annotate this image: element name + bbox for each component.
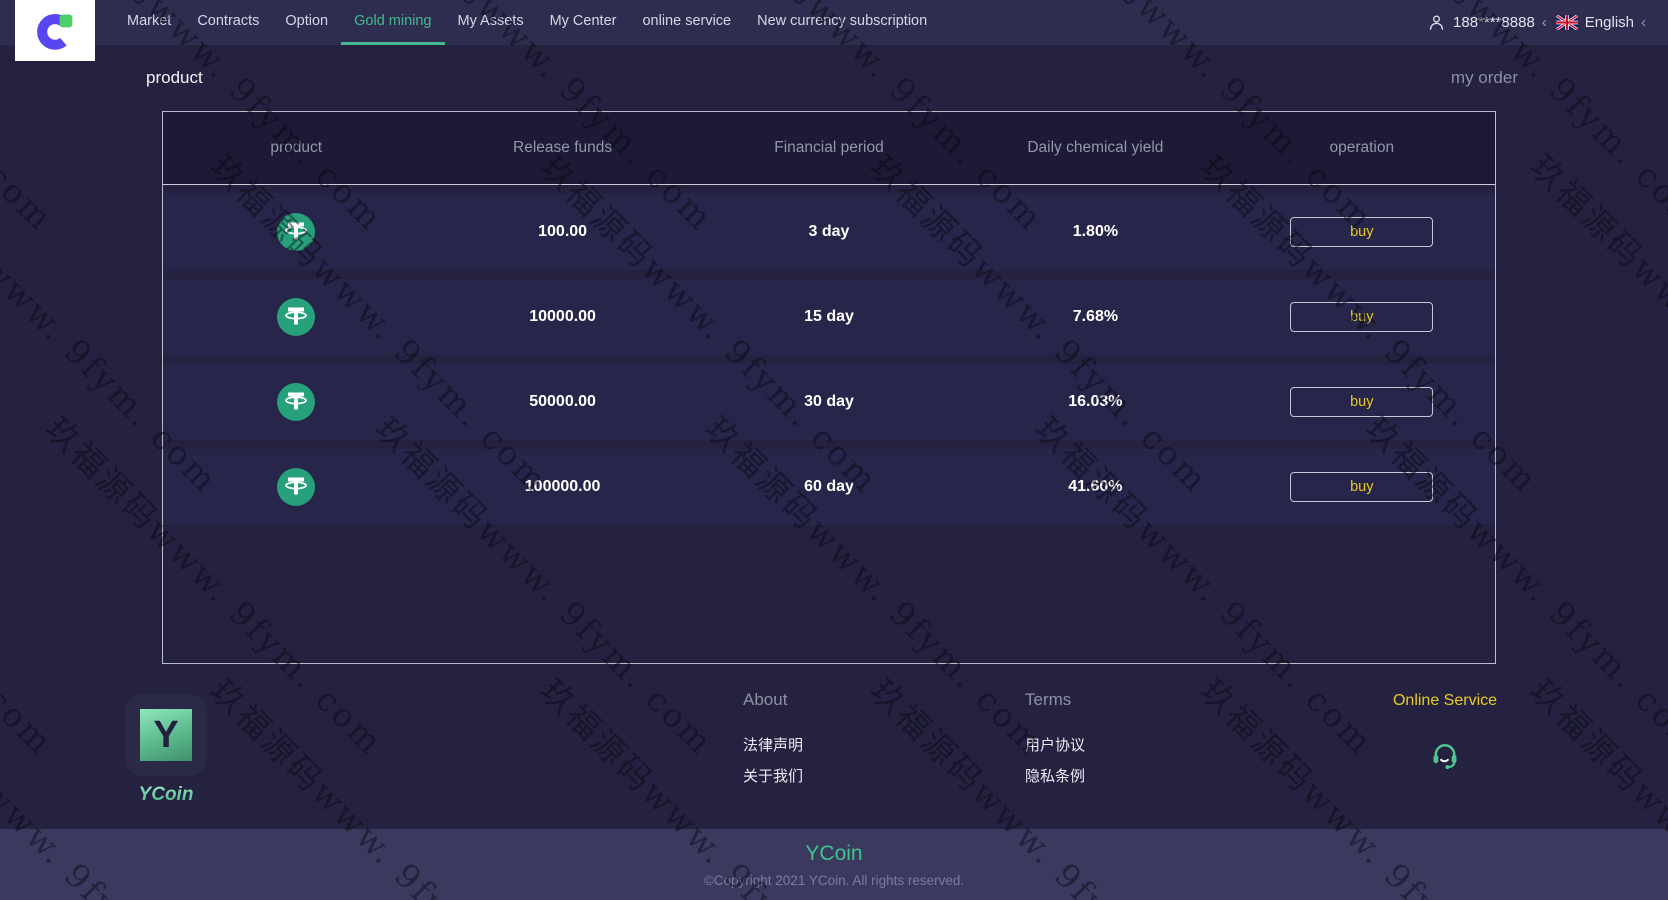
nav-item-gold-mining[interactable]: Gold mining	[341, 0, 445, 45]
user-icon	[1429, 15, 1444, 30]
buy-button[interactable]: buy	[1290, 217, 1434, 247]
about-heading: About	[743, 690, 788, 709]
table-row: 10000.00 15 day 7.68% buy	[163, 279, 1495, 355]
nav-item-option[interactable]: Option	[272, 0, 341, 45]
site-logo[interactable]	[15, 0, 95, 61]
release-funds-value: 100.00	[538, 223, 588, 240]
buy-button[interactable]: buy	[1290, 302, 1434, 332]
brand-c-icon	[37, 13, 73, 50]
daily-yield-value: 16.03%	[1068, 393, 1123, 410]
release-funds-value: 100000.00	[524, 478, 601, 495]
nav-right: 188****8888 ‹ English ‹	[1427, 0, 1646, 45]
nav-item-my-center[interactable]: My Center	[537, 0, 630, 45]
chevron-icon: ‹	[1641, 14, 1646, 31]
nav-item-online-service[interactable]: online service	[629, 0, 744, 45]
tab-my-order[interactable]: my order	[1451, 68, 1518, 88]
link-legal-notice[interactable]: 法律声明	[743, 734, 803, 755]
usdt-icon	[277, 383, 316, 421]
table-header: product Release funds Financial period D…	[163, 112, 1495, 185]
ycoin-logo-letter: Y	[153, 714, 179, 756]
col-product: product	[270, 139, 323, 156]
nav-menu: Market Contracts Option Gold mining My A…	[114, 0, 940, 45]
release-funds-value: 50000.00	[529, 393, 596, 410]
footer-about-column: About 法律声明 关于我们	[743, 690, 803, 796]
usdt-icon	[277, 468, 316, 506]
top-nav: Market Contracts Option Gold mining My A…	[0, 0, 1668, 61]
tab-product[interactable]: product	[146, 68, 203, 88]
table-row: 100.00 3 day 1.80% buy	[163, 194, 1495, 270]
copyright-text: ©Copyright 2021 YCoin. All rights reserv…	[703, 873, 965, 888]
release-funds-value: 10000.00	[529, 308, 596, 325]
language-selector[interactable]: English ‹	[1555, 14, 1646, 31]
chevron-icon: ‹	[1541, 14, 1547, 31]
bottom-brand: YCoin	[805, 842, 863, 865]
language-label: English	[1584, 14, 1634, 31]
col-financial-period: Financial period	[774, 139, 884, 156]
footer-logo: Y	[125, 694, 207, 776]
link-about-us[interactable]: 关于我们	[743, 765, 803, 786]
bottom-bar: YCoin ©Copyright 2021 YCoin. All rights …	[0, 829, 1668, 900]
terms-heading: Terms	[1025, 690, 1072, 709]
table-row: 50000.00 30 day 16.03% buy	[163, 364, 1495, 440]
col-operation: operation	[1329, 139, 1395, 156]
usdt-icon	[277, 298, 316, 336]
product-table: product Release funds Financial period D…	[162, 111, 1496, 664]
nav-item-contracts[interactable]: Contracts	[184, 0, 272, 45]
link-privacy-policy[interactable]: 隐私条例	[1025, 765, 1085, 786]
financial-period-value: 3 day	[808, 223, 850, 240]
daily-yield-value: 41.60%	[1068, 478, 1123, 495]
uk-flag-icon	[1555, 15, 1578, 30]
table-row: 100000.00 60 day 41.60% buy	[163, 449, 1495, 525]
nav-item-market[interactable]: Market	[114, 0, 184, 45]
col-release-funds: Release funds	[513, 139, 613, 156]
financial-period-value: 30 day	[804, 393, 854, 410]
footer-terms-column: Terms 用户协议 隐私条例	[1025, 690, 1085, 796]
footer-brand: YCoin	[125, 784, 207, 806]
daily-yield-value: 1.80%	[1072, 223, 1119, 240]
buy-button[interactable]: buy	[1290, 472, 1434, 502]
ycoin-logo-icon: Y	[140, 709, 192, 761]
col-daily-yield: Daily chemical yield	[1027, 139, 1164, 156]
app: Market Contracts Option Gold mining My A…	[0, 0, 1668, 900]
financial-period-value: 60 day	[804, 478, 854, 495]
user-account-menu[interactable]: 188****8888 ‹	[1427, 13, 1547, 32]
daily-yield-value: 7.68%	[1072, 308, 1119, 325]
watermark-text: 玖福源码www. 9fym. com	[1522, 146, 1668, 501]
usdt-icon	[277, 213, 316, 251]
user-phone: 188****8888	[1453, 14, 1535, 31]
buy-button[interactable]: buy	[1290, 387, 1434, 417]
watermark-text: 玖福源码www. 9fym. com	[0, 409, 62, 763]
nav-item-my-assets[interactable]: My Assets	[445, 0, 537, 45]
online-service-link[interactable]: Online Service	[1393, 692, 1497, 709]
nav-item-new-currency-subscription[interactable]: New currency subscription	[744, 0, 940, 45]
page-head: product my order	[0, 45, 1668, 111]
link-user-agreement[interactable]: 用户协议	[1025, 734, 1085, 755]
headset-icon[interactable]	[1429, 739, 1460, 770]
online-service-block: Online Service	[1392, 692, 1498, 710]
financial-period-value: 15 day	[804, 308, 854, 325]
